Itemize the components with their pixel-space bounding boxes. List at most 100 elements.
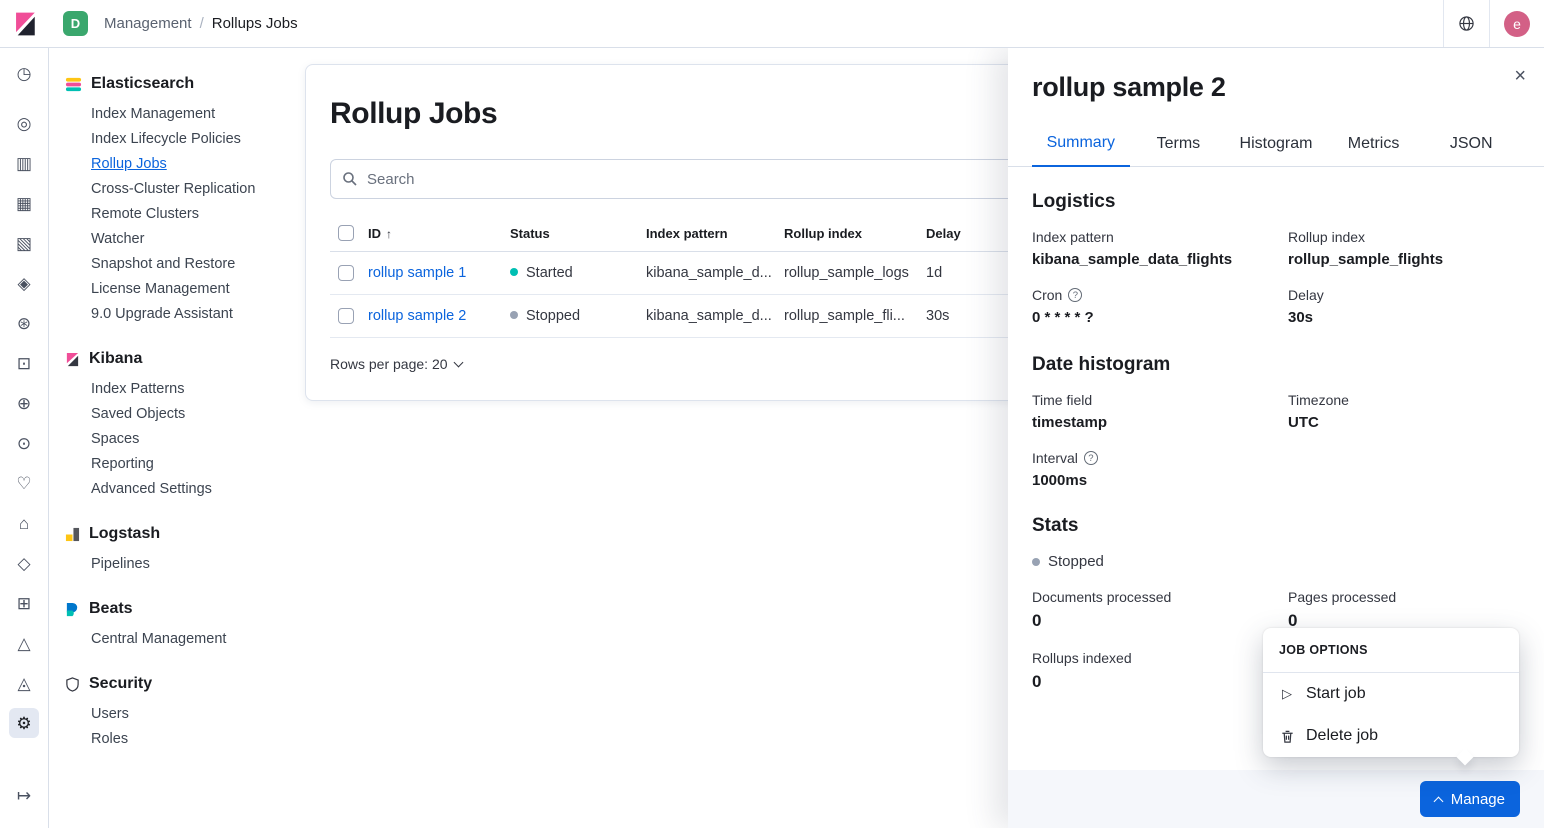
machine-learning-icon: ⊛ bbox=[16, 313, 32, 333]
sidebar-item-watcher[interactable]: Watcher bbox=[91, 227, 295, 252]
sidebar-item-cross-cluster-replication[interactable]: Cross-Cluster Replication bbox=[91, 177, 295, 202]
popover-title: JOB OPTIONS bbox=[1263, 628, 1519, 673]
app-icon-rail: ◷ ◎ ▥ ▦ ▧ ◈ ⊛ ⊡ ⊕ ⊙ ♡ ⌂ ◇ ⊞ △ ◬ ⚙ ↦ bbox=[0, 48, 49, 828]
management-sidebar: Elasticsearch Index Management Index Lif… bbox=[49, 48, 305, 828]
interval-field: Interval? 1000ms bbox=[1032, 450, 1288, 489]
start-job-menu-item[interactable]: ▷ Start job bbox=[1263, 673, 1519, 715]
nav-visualize[interactable]: ▥ bbox=[9, 148, 39, 178]
breadcrumb-separator: / bbox=[199, 15, 204, 32]
topbar-controls: e bbox=[1443, 0, 1544, 47]
sidebar-item-users[interactable]: Users bbox=[91, 702, 295, 727]
job-link-rollup-sample-2[interactable]: rollup sample 2 bbox=[368, 308, 466, 324]
sidebar-item-pipelines[interactable]: Pipelines bbox=[91, 552, 295, 577]
dev-tools-icon: ⊞ bbox=[16, 593, 32, 613]
column-header-id[interactable]: ID ↑ bbox=[360, 215, 502, 252]
section-title-logstash: Logstash bbox=[65, 525, 295, 543]
breadcrumb-management[interactable]: Management bbox=[104, 15, 192, 32]
play-icon: ▷ bbox=[1282, 686, 1292, 701]
index-pattern-field: Index pattern kibana_sample_data_flights bbox=[1032, 229, 1233, 268]
job-link-rollup-sample-1[interactable]: rollup sample 1 bbox=[368, 265, 466, 281]
nav-management[interactable]: ⚙ bbox=[9, 708, 39, 738]
tab-histogram[interactable]: Histogram bbox=[1227, 121, 1325, 166]
timezone-field: Timezone UTC bbox=[1288, 392, 1349, 431]
nav-uptime[interactable]: ⌂ bbox=[9, 508, 39, 538]
question-circle-icon[interactable]: ? bbox=[1083, 451, 1098, 465]
stack-monitoring-icon: △ bbox=[17, 633, 31, 653]
nav-stack-monitoring[interactable]: △ bbox=[9, 628, 39, 658]
nav-recently-viewed[interactable]: ◷ bbox=[9, 58, 39, 88]
sidebar-item-index-lifecycle-policies[interactable]: Index Lifecycle Policies bbox=[91, 127, 295, 152]
metrics-icon: ⊙ bbox=[16, 433, 32, 453]
section-title-security: Security bbox=[65, 675, 295, 693]
space-badge[interactable]: D bbox=[63, 11, 88, 36]
newsfeed-button[interactable] bbox=[1458, 15, 1475, 32]
column-header-rollup-index: Rollup index bbox=[776, 215, 918, 252]
delay-field: Delay 30s bbox=[1288, 287, 1324, 326]
sidebar-item-rollup-jobs[interactable]: Rollup Jobs bbox=[91, 152, 295, 177]
documents-processed-stat: Documents processed 0 bbox=[1032, 589, 1172, 630]
watcher-icon: ◬ bbox=[17, 673, 31, 693]
sidebar-item-saved-objects[interactable]: Saved Objects bbox=[91, 402, 295, 427]
tab-json[interactable]: JSON bbox=[1422, 121, 1520, 166]
breadcrumb: Management / Rollups Jobs bbox=[104, 15, 298, 32]
delete-job-menu-item[interactable]: Delete job bbox=[1263, 715, 1519, 757]
dashboard-icon: ▦ bbox=[15, 193, 33, 213]
manage-button[interactable]: Manage bbox=[1419, 781, 1520, 817]
rollup-index-cell: rollup_sample_logs bbox=[776, 251, 918, 295]
nav-machine-learning[interactable]: ⊛ bbox=[9, 308, 39, 338]
nav-discover[interactable]: ◎ bbox=[9, 108, 39, 138]
sidebar-item-upgrade-assistant[interactable]: 9.0 Upgrade Assistant bbox=[91, 302, 295, 327]
sidebar-item-snapshot-and-restore[interactable]: Snapshot and Restore bbox=[91, 252, 295, 277]
apm-icon: ♡ bbox=[16, 473, 32, 493]
section-logstash: Logstash Pipelines bbox=[65, 525, 295, 577]
sidebar-item-index-patterns[interactable]: Index Patterns bbox=[91, 377, 295, 402]
user-avatar[interactable]: e bbox=[1504, 10, 1530, 37]
nav-graph[interactable]: ⊡ bbox=[9, 348, 39, 378]
sidebar-item-roles[interactable]: Roles bbox=[91, 727, 295, 752]
collapse-nav-button[interactable]: ↦ bbox=[9, 780, 39, 810]
canvas-icon: ▧ bbox=[15, 233, 33, 253]
index-pattern-cell: kibana_sample_d... bbox=[638, 251, 776, 295]
rollups-indexed-stat: Rollups indexed 0 bbox=[1032, 650, 1132, 691]
section-title-elasticsearch: Elasticsearch bbox=[65, 75, 295, 93]
nav-dev-tools[interactable]: ⊞ bbox=[9, 588, 39, 618]
nav-watcher[interactable]: ◬ bbox=[9, 668, 39, 698]
sidebar-item-remote-clusters[interactable]: Remote Clusters bbox=[91, 202, 295, 227]
tab-summary[interactable]: Summary bbox=[1032, 121, 1130, 167]
sidebar-item-index-management[interactable]: Index Management bbox=[91, 102, 295, 127]
collapse-nav-icon: ↦ bbox=[16, 785, 32, 805]
trash-icon bbox=[1279, 729, 1295, 744]
row-checkbox[interactable] bbox=[338, 308, 354, 324]
nav-dashboard[interactable]: ▦ bbox=[9, 188, 39, 218]
kibana-logo[interactable] bbox=[0, 0, 49, 47]
select-all-checkbox[interactable] bbox=[338, 225, 354, 241]
uptime-icon: ⌂ bbox=[18, 513, 30, 533]
logs-icon: ⊕ bbox=[16, 393, 32, 413]
visualize-icon: ▥ bbox=[15, 153, 33, 173]
security-shield-icon bbox=[66, 676, 79, 692]
section-beats: Beats Central Management bbox=[65, 600, 295, 652]
tab-metrics[interactable]: Metrics bbox=[1325, 121, 1423, 166]
nav-maps[interactable]: ◈ bbox=[9, 268, 39, 298]
siem-icon: ◇ bbox=[17, 553, 31, 573]
index-pattern-cell: kibana_sample_d... bbox=[638, 294, 776, 338]
stats-heading: Stats bbox=[1032, 515, 1079, 536]
row-checkbox[interactable] bbox=[338, 265, 354, 281]
nav-metrics[interactable]: ⊙ bbox=[9, 428, 39, 458]
nav-canvas[interactable]: ▧ bbox=[9, 228, 39, 258]
question-circle-icon[interactable]: ? bbox=[1068, 288, 1083, 302]
tab-terms[interactable]: Terms bbox=[1130, 121, 1228, 166]
rows-per-page-selector[interactable]: Rows per page: 20 bbox=[330, 356, 463, 372]
kibana-section-icon bbox=[66, 352, 79, 366]
job-status-health: Stopped bbox=[1032, 553, 1520, 570]
sidebar-item-reporting[interactable]: Reporting bbox=[91, 452, 295, 477]
nav-siem[interactable]: ◇ bbox=[9, 548, 39, 578]
sidebar-item-spaces[interactable]: Spaces bbox=[91, 427, 295, 452]
nav-apm[interactable]: ♡ bbox=[9, 468, 39, 498]
sidebar-item-license-management[interactable]: License Management bbox=[91, 277, 295, 302]
sidebar-item-advanced-settings[interactable]: Advanced Settings bbox=[91, 477, 295, 502]
nav-logs[interactable]: ⊕ bbox=[9, 388, 39, 418]
sidebar-item-central-management[interactable]: Central Management bbox=[91, 627, 295, 652]
close-icon[interactable]: × bbox=[1514, 66, 1526, 86]
section-title-kibana: Kibana bbox=[65, 350, 295, 368]
